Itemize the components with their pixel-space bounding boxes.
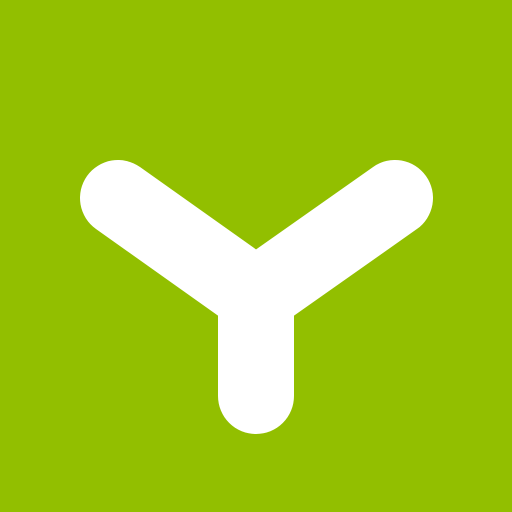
- app-icon: [0, 0, 512, 512]
- y-fork-logo-icon: [0, 0, 512, 512]
